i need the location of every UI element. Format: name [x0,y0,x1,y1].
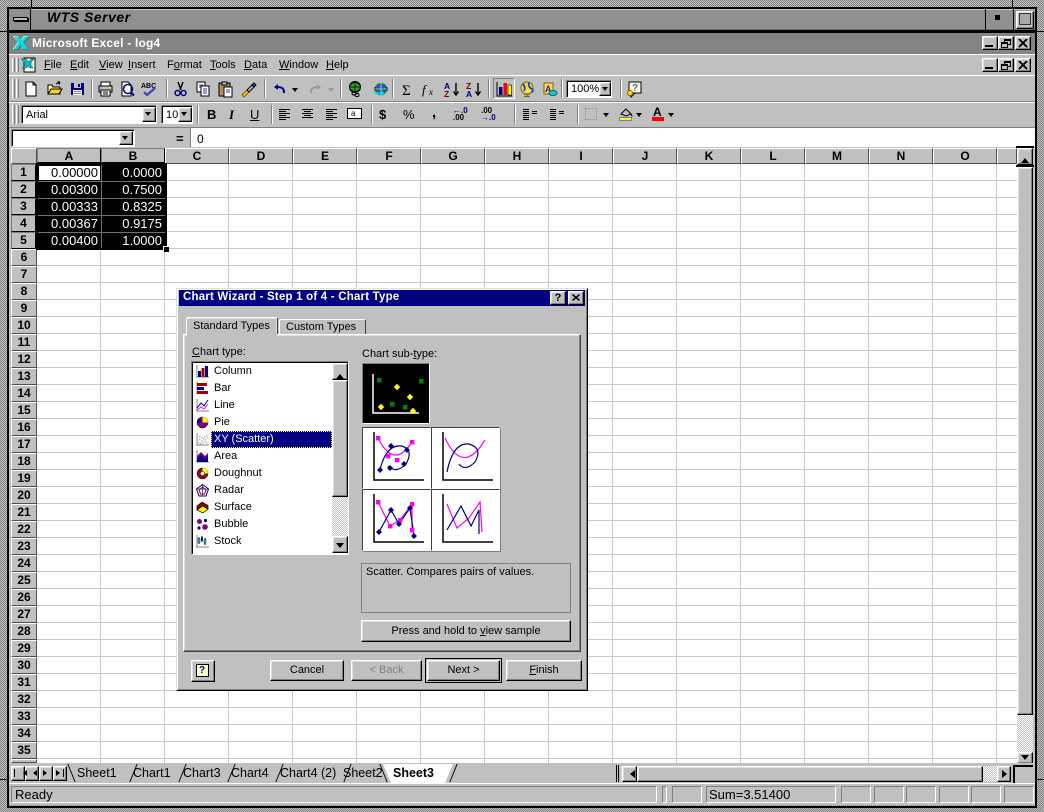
svg-text:f: f [422,82,428,97]
svg-text:Z: Z [444,89,449,98]
svg-text:x: x [428,87,433,97]
svg-text:A: A [466,89,472,98]
svg-text:Σ: Σ [402,83,411,98]
